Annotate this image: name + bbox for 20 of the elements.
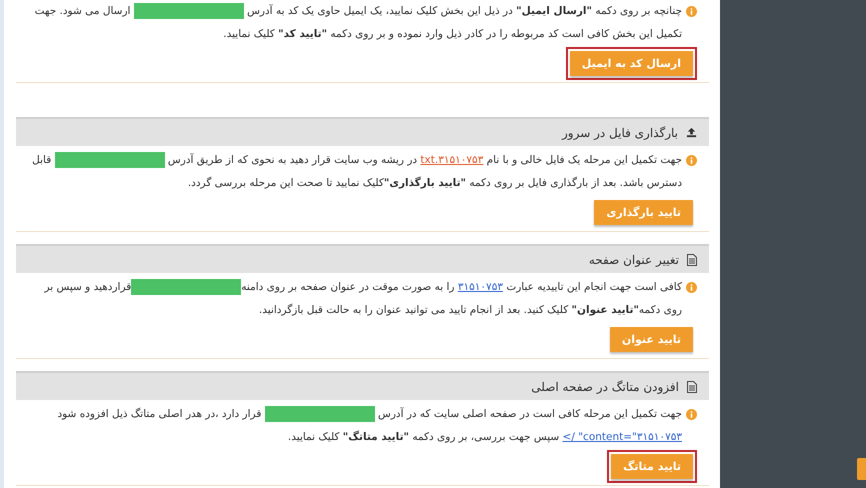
action-button[interactable]: ارسال کد به ایمیل bbox=[566, 47, 697, 80]
info-icon bbox=[686, 155, 697, 166]
scroll-top-button[interactable] bbox=[857, 458, 866, 480]
info-icon bbox=[686, 282, 697, 293]
document-icon bbox=[687, 380, 697, 392]
instruction-text: جهت تکمیل این مرحله کافی است در صفحه اصلی سایت که در آدرس قرار دارد ،در هدر اصلی متاتگ ذیل افزوده شود content="۳۱۵۱۰۷۵۳" /> سپس جهت بررسی، بر روی دکمه "تایید متاتگ" کلیک نمایید. bbox=[56, 405, 682, 445]
file-link[interactable]: ۳۱۵۱۰۷۵۳.txt bbox=[420, 154, 484, 166]
section-title: بارگذاری فایل در سرور bbox=[562, 124, 678, 142]
upload-icon bbox=[686, 127, 697, 138]
info-icon bbox=[686, 409, 697, 420]
section-title: تغییر عنوان صفحه bbox=[588, 252, 679, 268]
code-link[interactable]: content="۳۱۵۱۰۷۵۳" /> bbox=[562, 431, 682, 443]
info-icon bbox=[686, 6, 697, 17]
instruction-text: کافی است جهت انجام این تاییدیه عبارت ۳۱۵۱۰۷۵۳ را به صورت موقت در عنوان صفحه بر روی دامنه قراردهید و سپس بر روی دکمه"تایید عنوان" کلیک کنید. بعد از انجام تایید می توانید عنوان را به حالت قبل بازگردانید. bbox=[43, 278, 682, 318]
instruction-text: جهت تکمیل این مرحله یک فایل خالی و با نام ۳۱۵۱۰۷۵۳.txt در ریشه وب سایت قرار دهید به نحوی که از طریق آدرس قابل دسترس باشد. بعد از بارگذاری فایل بر روی دکمه "تایید بارگذاری"کلیک نمایید تا صحت این مرحله بررسی گردد. bbox=[31, 151, 682, 191]
code-link[interactable]: ۳۱۵۱۰۷۵۳ bbox=[458, 281, 503, 293]
document-icon bbox=[687, 254, 697, 266]
action-button[interactable]: تایید متاتگ bbox=[607, 450, 697, 483]
instruction-text: چنانچه بر روی دکمه "ارسال ایمیل" در ذیل این بخش کلیک نمایید، یک ایمیل حاوی یک کد به آدرس ارسال می شود. جهت تکمیل این بخش کافی است کد مربوطه را در کادر ذیل وارد نموده و بر روی دکمه "تایید کد" کلیک نمایید. bbox=[34, 2, 682, 42]
section-title: افزودن متاتگ در صفحه اصلی bbox=[531, 378, 679, 396]
